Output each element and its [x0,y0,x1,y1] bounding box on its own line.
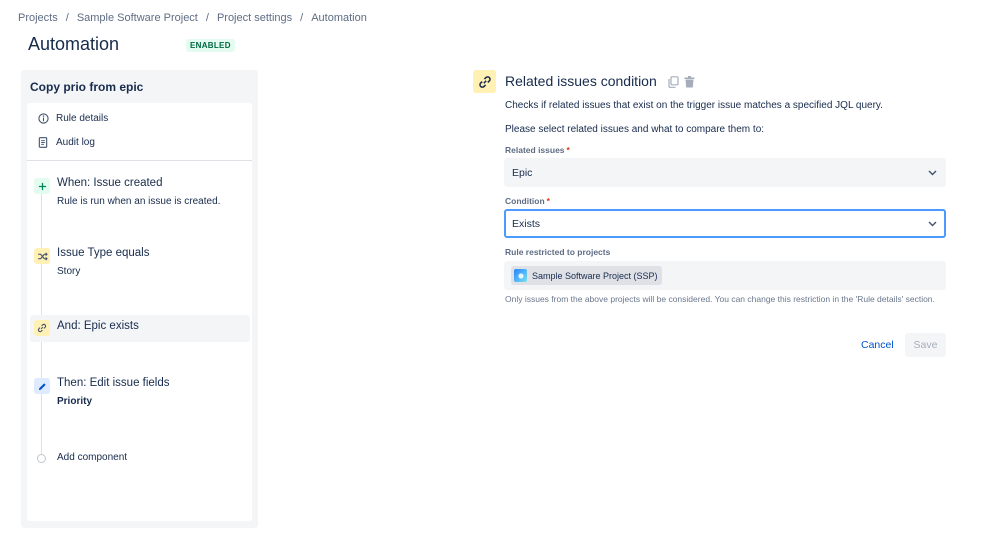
project-avatar-icon [514,269,527,282]
project-name: Sample Software Project (SSP) [532,270,658,281]
condition-value: Exists [512,217,541,230]
add-component-label: Add component [57,452,128,463]
trash-icon[interactable] [682,75,696,89]
condition-select[interactable]: Exists [504,209,946,238]
component-subtitle: Priority [57,396,93,407]
chevron-down-icon [926,167,938,179]
rule-components-list: Rule details Audit log When: Issue creat… [27,103,252,521]
condition-component-issue-type[interactable]: Issue Type equals Story [30,245,250,285]
page-title: Automation [28,34,120,54]
component-title: When: Issue created [57,177,163,189]
project-tag: Sample Software Project (SSP) [511,266,662,285]
add-component-button[interactable]: Add component [30,449,250,469]
breadcrumb-separator: / [300,12,304,24]
breadcrumb-automation[interactable]: Automation [311,12,367,24]
audit-log-link[interactable]: Audit log [27,131,252,153]
info-icon [36,111,50,125]
rule-details-link[interactable]: Rule details [27,107,252,129]
breadcrumb: Projects / Sample Software Project / Pro… [18,12,367,24]
condition-description: Checks if related issues that exist on t… [505,100,883,111]
breadcrumb-separator: / [65,12,69,24]
audit-log-label: Audit log [56,136,95,148]
action-component-edit-fields[interactable]: Then: Edit issue fields Priority [30,375,250,415]
condition-title: Related issues condition [505,73,657,89]
link-icon [34,320,50,336]
condition-label: Condition * [505,196,550,206]
shuffle-icon [34,248,50,264]
component-title: Then: Edit issue fields [57,377,170,389]
divider [27,160,252,161]
restricted-projects-label: Rule restricted to projects [505,247,611,257]
document-icon [36,135,50,149]
condition-instruction: Please select related issues and what to… [505,124,765,135]
breadcrumb-separator: / [205,12,209,24]
add-dot-icon [37,454,46,463]
status-badge: ENABLED [186,39,235,52]
condition-component-epic-exists[interactable]: And: Epic exists [30,315,250,342]
required-mark: * [566,145,570,155]
copy-icon[interactable] [666,75,680,89]
chevron-down-icon [926,218,938,230]
breadcrumb-project[interactable]: Sample Software Project [77,12,198,24]
rule-details-label: Rule details [56,112,109,124]
breadcrumb-project-settings[interactable]: Project settings [217,12,292,24]
pencil-icon [34,378,50,394]
plus-icon [34,178,50,194]
save-button[interactable]: Save [905,333,946,357]
component-subtitle: Story [57,266,81,277]
rule-name: Copy prio from epic [30,80,144,94]
condition-label-text: Condition [505,196,545,206]
trigger-component[interactable]: When: Issue created Rule is run when an … [30,175,250,215]
link-icon [473,70,496,93]
related-issues-value: Epic [512,166,533,179]
component-title: And: Epic exists [57,320,139,332]
related-issues-label-text: Related issues [505,145,565,155]
component-title: Issue Type equals [57,247,150,259]
related-issues-label: Related issues * [505,145,570,155]
rule-panel: Copy prio from epic Rule details Audit l… [21,70,258,528]
component-subtitle: Rule is run when an issue is created. [57,196,221,207]
required-mark: * [546,196,550,206]
restricted-projects-box: Sample Software Project (SSP) [504,261,946,290]
cancel-button[interactable]: Cancel [856,333,899,357]
related-issues-select[interactable]: Epic [504,158,946,187]
restriction-help-text: Only issues from the above projects will… [505,294,935,304]
breadcrumb-projects[interactable]: Projects [18,12,58,24]
